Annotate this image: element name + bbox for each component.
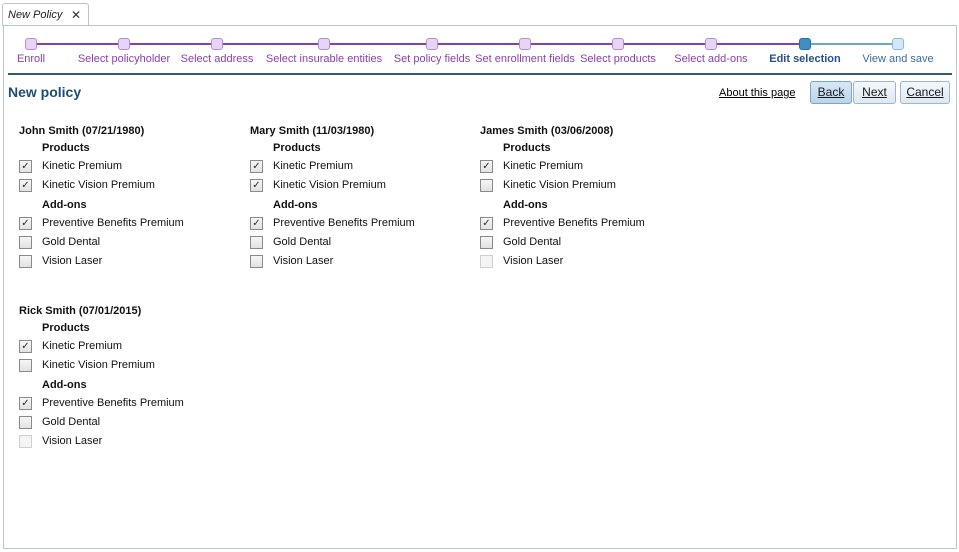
header-divider bbox=[8, 73, 952, 75]
close-icon[interactable]: ✕ bbox=[71, 8, 81, 22]
option-checkbox[interactable] bbox=[19, 236, 32, 249]
option-label: Vision Laser bbox=[273, 255, 334, 267]
option-checkbox bbox=[19, 435, 32, 448]
step-marker bbox=[519, 38, 531, 50]
option-checkbox[interactable]: ✓ bbox=[19, 179, 32, 192]
option-label: Gold Dental bbox=[42, 416, 101, 428]
step-label: Edit selection bbox=[769, 53, 841, 65]
option-label: Preventive Benefits Premium bbox=[273, 217, 415, 229]
option-checkbox[interactable]: ✓ bbox=[19, 217, 32, 230]
section-heading: Products bbox=[42, 142, 90, 154]
step-marker bbox=[426, 38, 438, 50]
option-label: Gold Dental bbox=[273, 236, 332, 248]
option-checkbox[interactable]: ✓ bbox=[250, 179, 263, 192]
option-label: Kinetic Premium bbox=[42, 340, 123, 352]
tab-strip: New Policy ✕ bbox=[0, 0, 959, 26]
option-label: Gold Dental bbox=[42, 236, 101, 248]
wizard-connector bbox=[324, 43, 432, 45]
option-checkbox[interactable]: ✓ bbox=[250, 160, 263, 173]
step-marker bbox=[25, 38, 37, 50]
option-label: Vision Laser bbox=[503, 255, 564, 267]
option-label: Kinetic Vision Premium bbox=[273, 179, 386, 191]
option-checkbox[interactable]: ✓ bbox=[480, 160, 493, 173]
wizard-connector bbox=[618, 43, 711, 45]
option-checkbox[interactable] bbox=[19, 359, 32, 372]
option-checkbox[interactable] bbox=[480, 236, 493, 249]
step-label: Enroll bbox=[16, 53, 46, 65]
option-label: Kinetic Vision Premium bbox=[42, 359, 155, 371]
section-heading: Add-ons bbox=[42, 379, 87, 391]
option-checkbox[interactable] bbox=[250, 236, 263, 249]
insured-name: James Smith (03/06/2008) bbox=[480, 125, 614, 137]
option-checkbox[interactable]: ✓ bbox=[19, 160, 32, 173]
step-label: Select add-ons bbox=[674, 53, 748, 65]
cancel-button[interactable]: Cancel bbox=[900, 81, 950, 104]
step-marker bbox=[612, 38, 624, 50]
option-checkbox[interactable] bbox=[250, 255, 263, 268]
option-label: Kinetic Premium bbox=[42, 160, 123, 172]
wizard-connector bbox=[124, 43, 217, 45]
wizard-connector bbox=[805, 43, 898, 45]
option-label: Gold Dental bbox=[503, 236, 562, 248]
next-button[interactable]: Next bbox=[853, 81, 896, 104]
option-label: Kinetic Premium bbox=[273, 160, 354, 172]
step-label: Select address bbox=[180, 53, 254, 65]
insured-name: John Smith (07/21/1980) bbox=[19, 125, 145, 137]
option-label: Kinetic Vision Premium bbox=[503, 179, 616, 191]
step-marker bbox=[799, 38, 811, 50]
tab-title: New Policy bbox=[8, 9, 63, 21]
wizard-connector bbox=[711, 43, 805, 45]
option-checkbox[interactable] bbox=[19, 416, 32, 429]
main-panel: Enroll Select policyholder Select address S… bbox=[3, 25, 957, 549]
option-label: Kinetic Vision Premium bbox=[42, 179, 155, 191]
section-heading: Add-ons bbox=[273, 199, 318, 211]
step-label: Select products bbox=[580, 53, 656, 65]
section-heading: Products bbox=[503, 142, 551, 154]
step-marker bbox=[705, 38, 717, 50]
option-checkbox[interactable]: ✓ bbox=[19, 397, 32, 410]
option-checkbox[interactable] bbox=[19, 255, 32, 268]
step-label: Select insurable entities bbox=[265, 53, 383, 65]
option-label: Preventive Benefits Premium bbox=[42, 217, 184, 229]
section-heading: Add-ons bbox=[503, 199, 548, 211]
step-label: Set enrollment fields bbox=[475, 53, 575, 65]
about-this-page-link[interactable]: About this page bbox=[719, 87, 795, 99]
wizard-connector bbox=[217, 43, 324, 45]
step-marker bbox=[892, 38, 904, 50]
step-label: Set policy fields bbox=[393, 53, 471, 65]
option-checkbox bbox=[480, 255, 493, 268]
back-button[interactable]: Back bbox=[810, 81, 852, 104]
step-marker bbox=[318, 38, 330, 50]
option-checkbox[interactable] bbox=[480, 179, 493, 192]
section-heading: Products bbox=[273, 142, 321, 154]
insured-name: Rick Smith (07/01/2015) bbox=[19, 305, 142, 317]
wizard-connector bbox=[432, 43, 525, 45]
option-checkbox[interactable]: ✓ bbox=[19, 340, 32, 353]
step-marker bbox=[118, 38, 130, 50]
page-title: New policy bbox=[8, 84, 82, 100]
option-label: Preventive Benefits Premium bbox=[503, 217, 645, 229]
option-checkbox[interactable]: ✓ bbox=[250, 217, 263, 230]
option-label: Vision Laser bbox=[42, 435, 103, 447]
insured-name: Mary Smith (11/03/1980) bbox=[250, 125, 375, 137]
step-marker bbox=[211, 38, 223, 50]
tab-new-policy[interactable]: New Policy ✕ bbox=[2, 3, 89, 26]
section-heading: Add-ons bbox=[42, 199, 87, 211]
option-checkbox[interactable]: ✓ bbox=[480, 217, 493, 230]
option-label: Preventive Benefits Premium bbox=[42, 397, 184, 409]
wizard-connector bbox=[31, 43, 124, 45]
option-label: Kinetic Premium bbox=[503, 160, 584, 172]
step-label: Select policyholder bbox=[77, 53, 171, 65]
wizard-connector bbox=[525, 43, 618, 45]
wizard-progress: Enroll Select policyholder Select address S… bbox=[4, 26, 958, 71]
section-heading: Products bbox=[42, 322, 90, 334]
step-label: View and save bbox=[862, 53, 934, 65]
option-label: Vision Laser bbox=[42, 255, 103, 267]
